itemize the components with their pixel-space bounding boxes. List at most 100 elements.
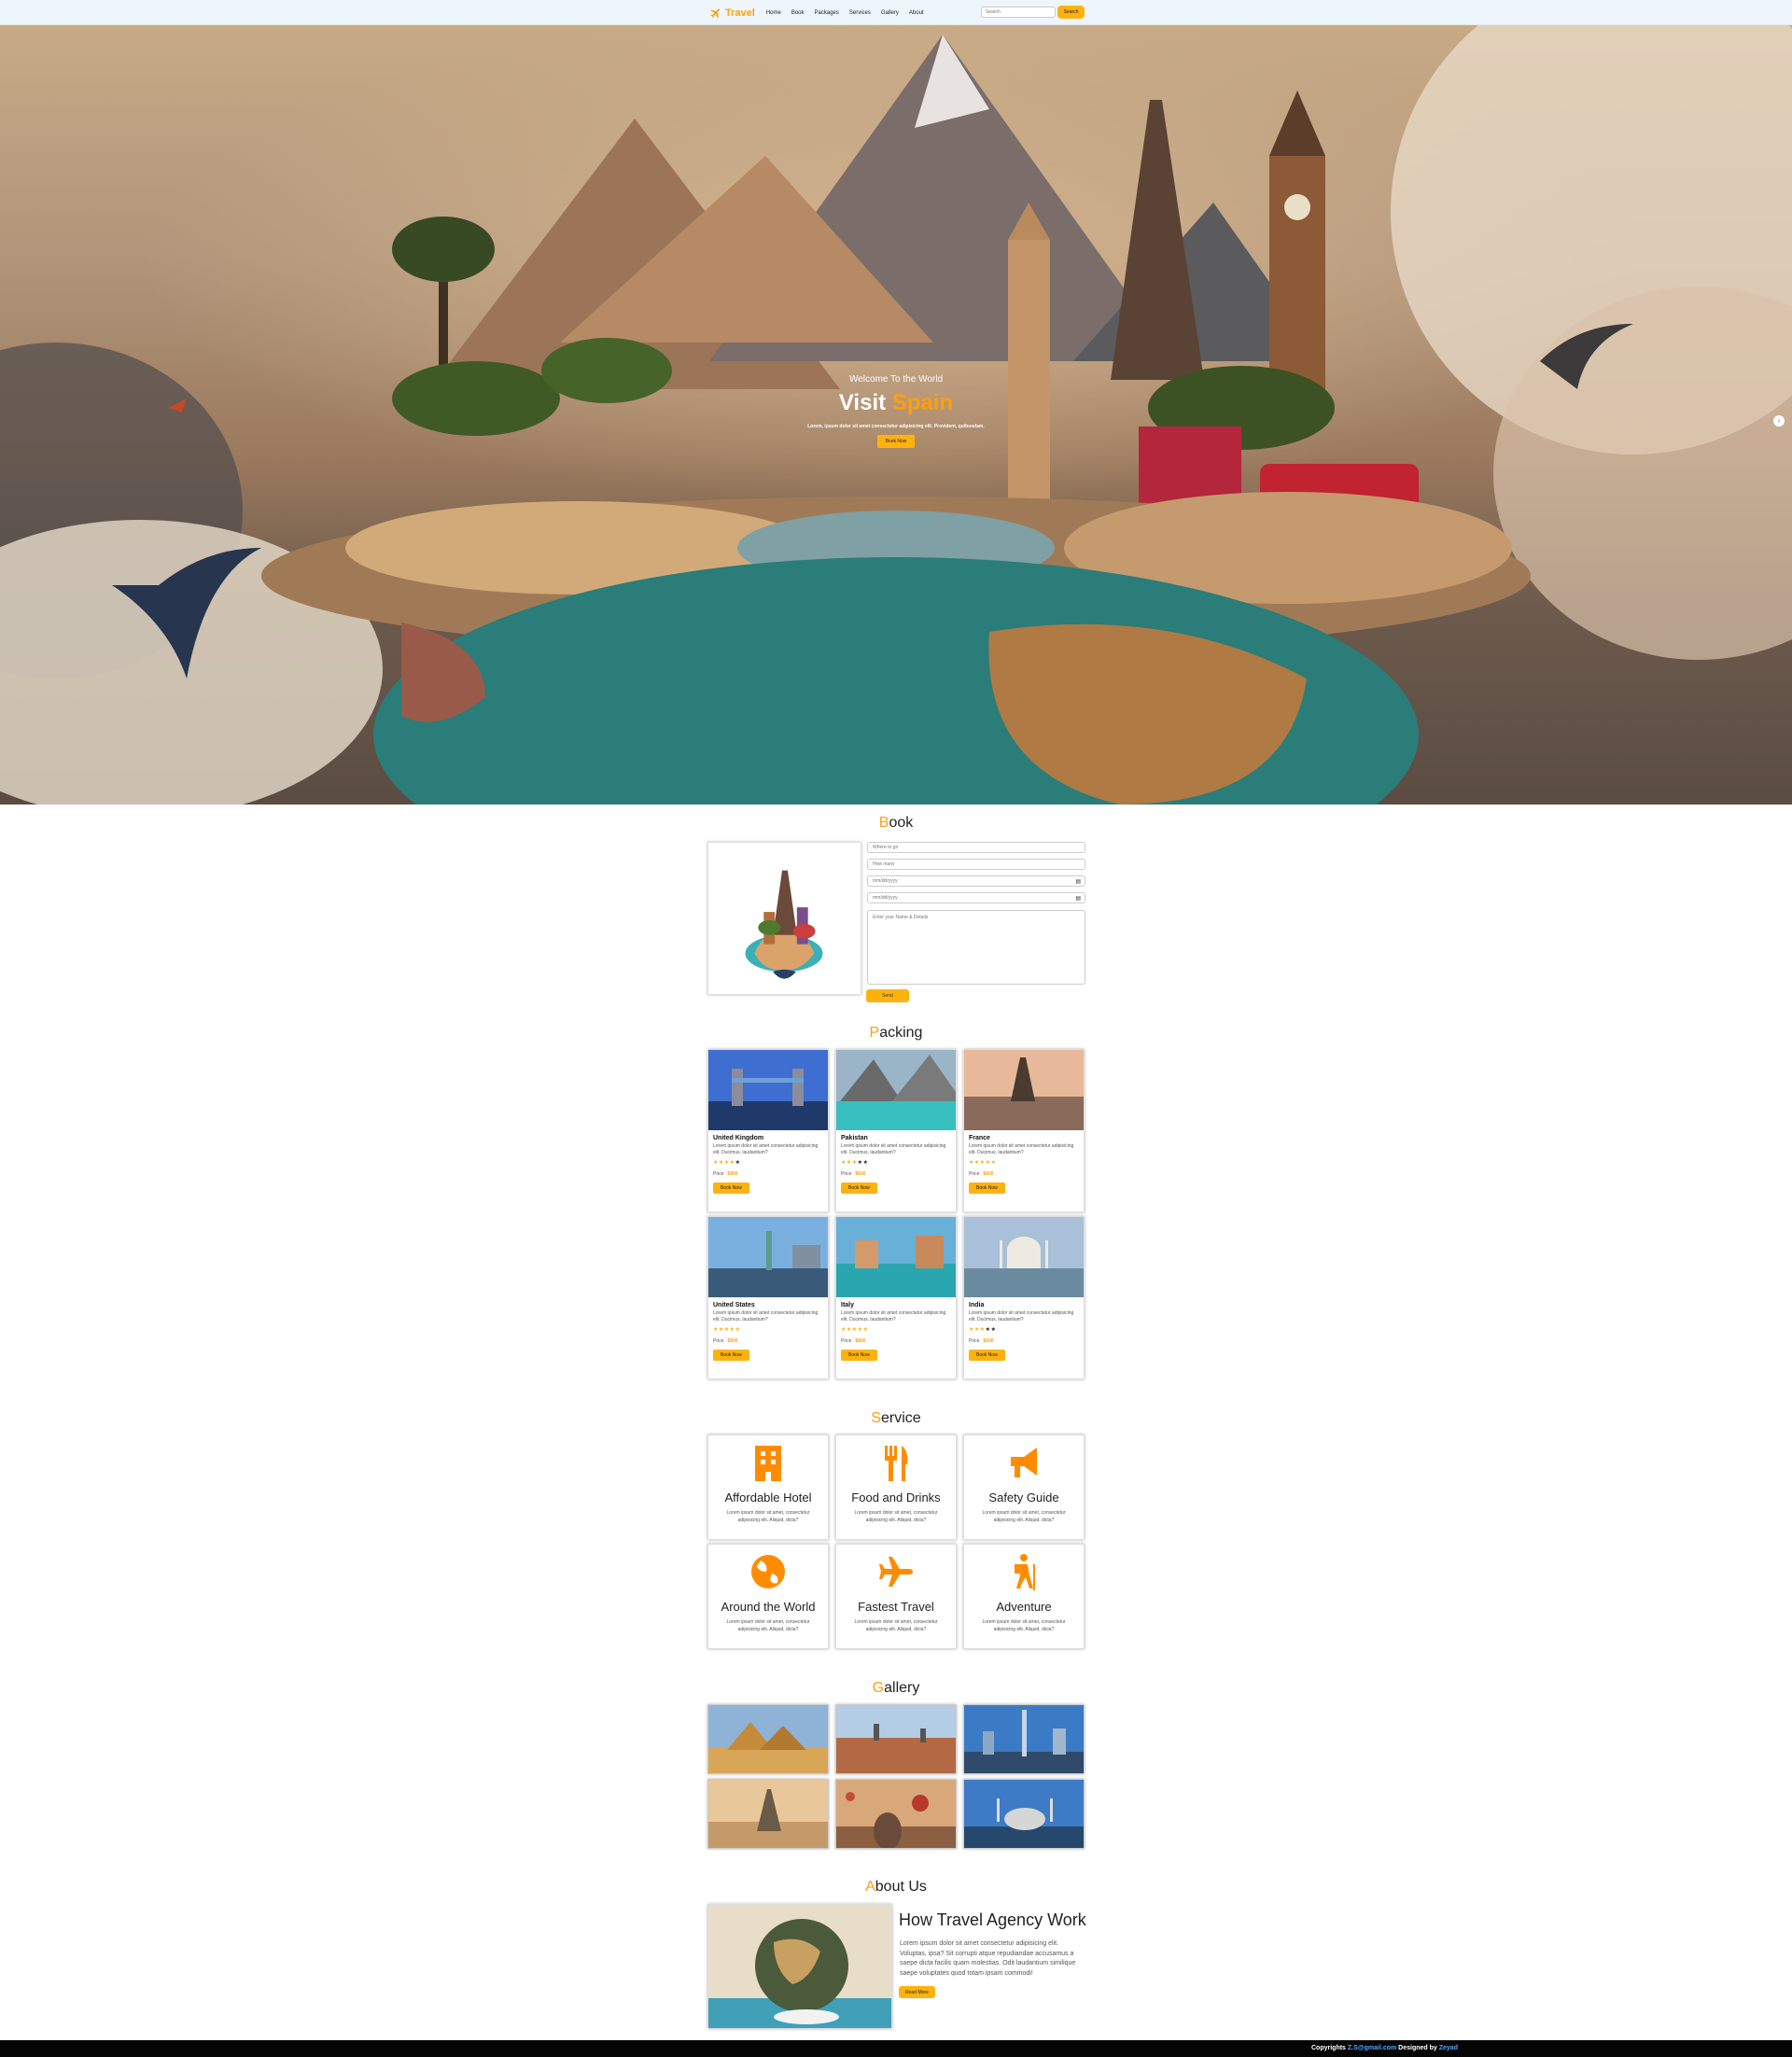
search-input[interactable] (981, 7, 1056, 18)
details-textarea[interactable]: Enter your Name & Details (867, 910, 1085, 985)
book-illustration-image (707, 842, 861, 995)
plane-logo-icon (710, 7, 721, 18)
book-section-title: Book (0, 815, 1792, 832)
title-first-letter: A (865, 1879, 875, 1895)
book-now-button[interactable]: Book Now (841, 1182, 877, 1194)
footer: Copyrights Z.S@gmail.com Designed by Zey… (0, 2040, 1792, 2057)
price-value: $800 (855, 1338, 866, 1344)
service-description: Lorem ipsum dolor sit amet, consectetur … (854, 1619, 938, 1632)
read-more-button[interactable]: Read More (899, 1986, 935, 1998)
navbar: Travel Home Book Packages Services Galle… (0, 0, 1792, 25)
gallery-image-dubai[interactable] (963, 1704, 1085, 1774)
hero-title-accent: Spain (891, 390, 954, 415)
package-price: Price $800 (969, 1171, 1084, 1177)
service-description: Lorem ipsum dolor sit amet, consectetur … (726, 1510, 810, 1523)
leaving-date-value: mm/dd/yyyy (873, 895, 898, 901)
price-label: Price (713, 1171, 724, 1177)
where-to-go-field[interactable]: Where to go (867, 842, 1085, 853)
service-card: Affordable Hotel Lorem ipsum dolor sit am… (707, 1434, 829, 1540)
package-image (964, 1050, 1084, 1130)
nav-link-gallery[interactable]: Gallery (881, 10, 899, 16)
hero-book-now-button[interactable]: Book Now (876, 435, 916, 448)
book-now-button[interactable]: Book Now (713, 1350, 749, 1361)
package-image (964, 1217, 1084, 1297)
title-rest: bout Us (875, 1879, 927, 1895)
search-button[interactable]: Search (1057, 6, 1085, 19)
leaving-date-field[interactable]: mm/dd/yyyy ▤ (867, 892, 1085, 903)
package-name: United Kingdom (713, 1135, 764, 1141)
package-image (836, 1050, 956, 1130)
hero-title: Visit Spain (0, 390, 1792, 416)
about-heading: How Travel Agency Work (899, 1910, 1086, 1929)
package-price: Price $500 (969, 1338, 1084, 1344)
package-description: Lorem ipsum dolor sit amet consectetur a… (969, 1310, 1074, 1322)
package-description: Lorem ipsum dolor sit amet consectetur a… (713, 1310, 819, 1322)
star-icon: ★ (735, 1327, 741, 1333)
globe-icon (751, 1555, 785, 1588)
book-now-button[interactable]: Book Now (969, 1350, 1005, 1361)
calendar-icon[interactable]: ▤ (1075, 878, 1081, 885)
package-description: Lorem ipsum dolor sit amet consectetur a… (713, 1143, 819, 1155)
title-rest: acking (879, 1025, 923, 1041)
service-card: Fastest Travel Lorem ipsum dolor sit amet… (835, 1544, 957, 1649)
nav-link-book[interactable]: Book (791, 10, 805, 16)
price-value: $900 (727, 1171, 738, 1177)
arrival-date-field[interactable]: mm/dd/yyyy ▤ (867, 875, 1085, 887)
package-rating: ★★★★★ (969, 1326, 1084, 1333)
title-first-letter: G (872, 1680, 885, 1696)
megaphone-icon (1011, 1448, 1037, 1477)
service-title: Around the World (721, 1600, 816, 1614)
gallery-image-istanbul-mosque[interactable] (963, 1779, 1085, 1849)
services-section-title: Service (0, 1410, 1792, 1427)
hero-next-arrow-icon[interactable]: › (1773, 415, 1785, 427)
package-card: France Lorem ipsum dolor sit amet consect… (963, 1049, 1085, 1212)
service-title: Adventure (996, 1600, 1052, 1614)
package-name: France (969, 1135, 990, 1141)
hero-title-main: Visit (838, 390, 887, 415)
gallery-image-paris[interactable] (707, 1779, 829, 1849)
package-price: Price $900 (713, 1171, 828, 1177)
logo[interactable]: Travel (709, 7, 755, 20)
package-price: Price $900 (713, 1338, 828, 1344)
book-now-button[interactable]: Book Now (969, 1182, 1005, 1194)
package-name: United States (713, 1302, 755, 1308)
package-price: Price $600 (841, 1171, 956, 1177)
how-many-field[interactable]: How many (867, 859, 1085, 870)
footer-email[interactable]: Z.S@gmail.com (1348, 2045, 1396, 2051)
package-name: India (969, 1302, 985, 1308)
package-name: Pakistan (841, 1135, 868, 1141)
service-title: Safety Guide (988, 1490, 1059, 1504)
nav-link-about[interactable]: About (909, 10, 924, 16)
book-now-button[interactable]: Book Now (841, 1350, 877, 1361)
about-section-title: About Us (0, 1879, 1792, 1896)
calendar-icon[interactable]: ▤ (1075, 895, 1081, 902)
book-now-button[interactable]: Book Now (713, 1182, 749, 1194)
send-button[interactable]: Send (866, 989, 909, 1002)
package-image (836, 1217, 956, 1297)
gallery-section-title: Gallery (0, 1680, 1792, 1697)
package-description: Lorem ipsum dolor sit amet consectetur a… (969, 1143, 1074, 1155)
nav-link-packages[interactable]: Packages (815, 10, 839, 16)
service-card: Around the World Lorem ipsum dolor sit am… (707, 1544, 829, 1649)
package-card: India Lorem ipsum dolor sit amet consecte… (963, 1216, 1085, 1379)
star-icon: ★ (862, 1160, 869, 1166)
service-card: Safety Guide Lorem ipsum dolor sit amet, … (963, 1434, 1085, 1540)
gallery-image-cappadocia[interactable] (835, 1779, 957, 1849)
nav-link-services[interactable]: Services (849, 10, 871, 16)
hero-content: Welcome To the World Visit Spain Lorem, … (0, 374, 1792, 448)
footer-prefix: Copyrights (1311, 2045, 1348, 2051)
footer-copyright: Copyrights Z.S@gmail.com Designed by Zey… (1311, 2045, 1458, 2051)
package-image (708, 1217, 828, 1297)
star-icon: ★ (735, 1160, 741, 1166)
package-name: Italy (841, 1302, 855, 1308)
navbar-inner: Travel Home Book Packages Services Galle… (709, 0, 1085, 25)
service-description: Lorem ipsum dolor sit amet, consectetur … (982, 1510, 1066, 1523)
service-card: Food and Drinks Lorem ipsum dolor sit ame… (835, 1434, 957, 1540)
footer-author[interactable]: Zeyad (1439, 2045, 1458, 2051)
service-title: Fastest Travel (858, 1600, 934, 1614)
price-value: $600 (855, 1171, 866, 1177)
price-label: Price (713, 1338, 724, 1344)
nav-link-home[interactable]: Home (766, 10, 781, 16)
gallery-image-pyramids[interactable] (707, 1704, 829, 1774)
gallery-image-istanbul[interactable] (835, 1704, 957, 1774)
